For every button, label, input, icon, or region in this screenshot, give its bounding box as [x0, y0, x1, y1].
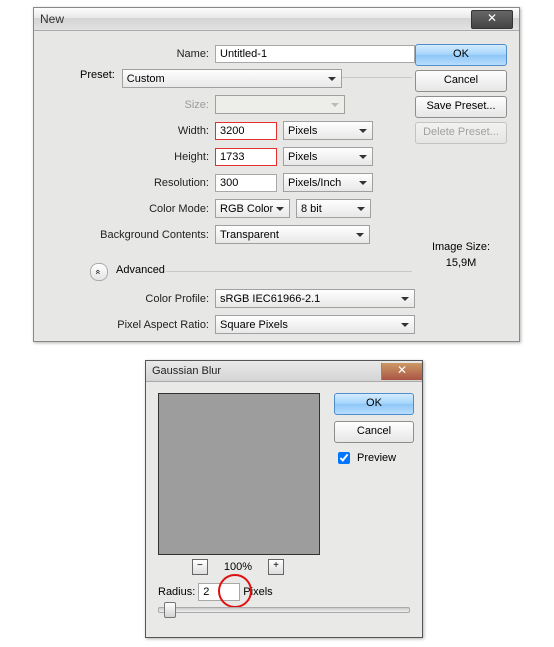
radius-unit: Pixels [243, 586, 272, 598]
radius-input[interactable] [198, 583, 240, 601]
preview-checkbox[interactable] [338, 452, 350, 464]
color-mode-select[interactable]: RGB Color [215, 199, 290, 218]
resolution-input[interactable] [215, 174, 277, 192]
advanced-toggle[interactable]: « [90, 263, 108, 281]
width-input[interactable] [215, 122, 277, 140]
bit-depth-select[interactable]: 8 bit [296, 199, 371, 218]
close-button[interactable]: ✕ [381, 363, 422, 380]
cancel-button[interactable]: Cancel [334, 421, 414, 443]
image-size-label: Image Size: [418, 239, 504, 255]
color-mode-label: Color Mode: [34, 203, 215, 215]
cancel-button[interactable]: Cancel [415, 70, 507, 92]
color-profile-label: Color Profile: [34, 293, 215, 305]
height-input[interactable] [215, 148, 277, 166]
ok-button[interactable]: OK [415, 44, 507, 66]
preview-label: Preview [357, 452, 396, 464]
width-unit-select[interactable]: Pixels [283, 121, 373, 140]
radius-label: Radius: [158, 586, 195, 598]
name-label: Name: [34, 48, 215, 60]
resolution-label: Resolution: [34, 177, 215, 189]
zoom-controls: − 100% + [158, 559, 318, 575]
height-unit-select[interactable]: Pixels [283, 147, 373, 166]
titlebar: Gaussian Blur ✕ [146, 361, 422, 382]
zoom-out-button[interactable]: − [192, 559, 208, 575]
advanced-label: Advanced [112, 264, 169, 276]
preview-canvas [158, 393, 320, 555]
name-input[interactable] [215, 45, 415, 63]
titlebar: New ✕ [34, 8, 519, 31]
resolution-unit-select[interactable]: Pixels/Inch [283, 173, 373, 192]
dialog-title: Gaussian Blur [152, 365, 221, 377]
close-button[interactable]: ✕ [471, 10, 513, 29]
preset-select[interactable]: Custom [122, 69, 342, 88]
color-profile-select[interactable]: sRGB IEC61966-2.1 [215, 289, 415, 308]
image-size-value: 15,9M [418, 255, 504, 271]
radius-slider-thumb[interactable] [164, 602, 176, 618]
zoom-in-button[interactable]: + [268, 559, 284, 575]
image-size-readout: Image Size: 15,9M [418, 239, 504, 271]
new-document-dialog: New ✕ Name: Preset: . Custom Size: Width… [33, 7, 520, 342]
gaussian-blur-dialog: Gaussian Blur ✕ − 100% + OK Cancel Previ… [145, 360, 423, 638]
pixel-aspect-label: Pixel Aspect Ratio: [34, 319, 215, 331]
radius-slider-track[interactable] [158, 607, 410, 613]
chevron-up-icon: « [94, 269, 104, 274]
dialog-title: New [40, 12, 64, 26]
delete-preset-button: Delete Preset... [415, 122, 507, 144]
bg-contents-label: Background Contents: [34, 229, 215, 241]
size-label: Size: [34, 99, 215, 111]
size-select [215, 95, 345, 114]
pixel-aspect-select[interactable]: Square Pixels [215, 315, 415, 334]
save-preset-button[interactable]: Save Preset... [415, 96, 507, 118]
height-label: Height: [34, 151, 215, 163]
width-label: Width: [34, 125, 215, 137]
zoom-percent: 100% [224, 561, 252, 573]
bg-contents-select[interactable]: Transparent [215, 225, 370, 244]
ok-button[interactable]: OK [334, 393, 414, 415]
